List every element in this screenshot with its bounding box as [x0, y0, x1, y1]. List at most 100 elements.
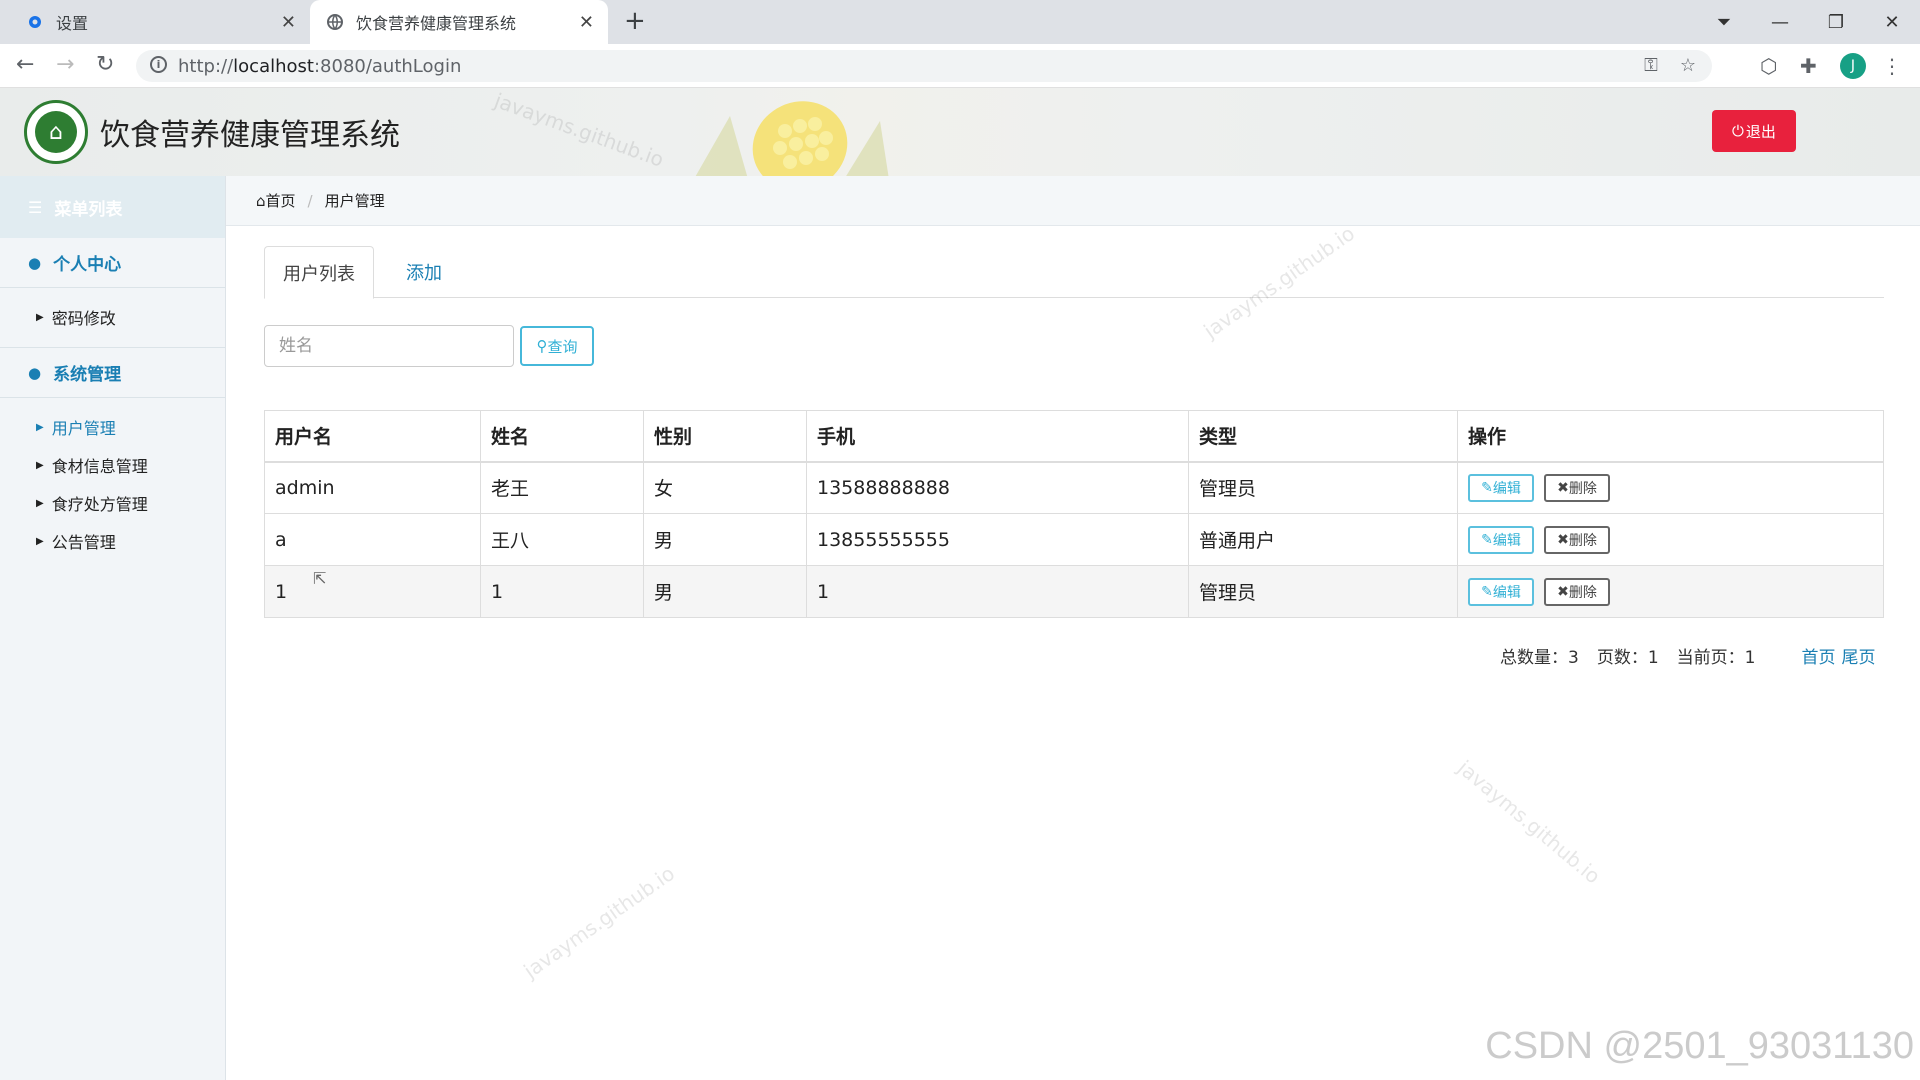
column-header-type: 类型: [1188, 410, 1458, 463]
globe-icon: [326, 13, 344, 31]
sidebar-item-password[interactable]: ▶ 密码修改: [0, 298, 225, 336]
caret-right-icon: ▶: [36, 421, 44, 433]
app-header: ⌂ 饮食营养健康管理系统 ⏻ 退出: [0, 88, 1920, 176]
restore-icon[interactable]: ❐: [1808, 12, 1864, 33]
pencil-icon: ✎: [1481, 479, 1493, 496]
app-title: 饮食营养健康管理系统: [100, 118, 400, 153]
edit-button[interactable]: ✎ 编辑: [1468, 525, 1534, 554]
breadcrumb-home[interactable]: 首页: [266, 190, 296, 211]
breadcrumb-divider: /: [307, 191, 313, 210]
caret-right-icon: ▶: [36, 535, 44, 547]
sidebar-menu-header: ☰ 菜单列表: [0, 176, 225, 238]
key-icon[interactable]: ⚿: [1644, 55, 1658, 76]
extension-icon[interactable]: ⬡: [1760, 54, 1777, 78]
user-icon: ●: [28, 253, 42, 272]
sidebar-group-personal[interactable]: ● 个人中心: [0, 238, 225, 288]
cell-phone: 13855555555: [806, 513, 1189, 566]
breadcrumb-current: 用户管理: [324, 192, 385, 210]
tab-user-list[interactable]: 用户列表: [264, 246, 374, 299]
home-icon[interactable]: ⌂: [256, 192, 266, 210]
column-header-actions: 操作: [1457, 410, 1884, 463]
more-icon[interactable]: ⋮: [1882, 54, 1902, 78]
mouse-cursor-icon: ⇱: [313, 569, 327, 588]
edit-button[interactable]: ✎ 编辑: [1468, 473, 1534, 502]
sidebar-group-system[interactable]: ● 系统管理: [0, 348, 225, 398]
column-header-phone: 手机: [806, 410, 1189, 463]
caret-right-icon: ▶: [36, 311, 44, 323]
corn-banner-image: [695, 101, 889, 176]
column-header-name: 姓名: [480, 410, 644, 463]
table-row: 1 1 男 1 管理员 ✎ 编辑 ✖ 删除: [264, 565, 1884, 618]
star-icon[interactable]: ☆: [1680, 55, 1696, 76]
pager-last-link[interactable]: 尾页: [1841, 643, 1875, 668]
gear-icon: [26, 13, 44, 31]
address-bar[interactable]: i http://localhost:8080/authLogin ⚿ ☆: [136, 50, 1712, 82]
reload-icon[interactable]: ↻: [96, 52, 114, 77]
cell-gender: 男: [643, 513, 807, 566]
back-icon[interactable]: ←: [16, 52, 34, 77]
logout-button[interactable]: ⏻ 退出: [1712, 110, 1796, 152]
window-controls: ⏷ — ❐ ✕: [1696, 0, 1920, 44]
cell-name-link[interactable]: 老王: [480, 461, 644, 514]
browser-toolbar: ← → ↻ i http://localhost:8080/authLogin …: [0, 44, 1920, 88]
content-tabs: 用户列表 添加: [264, 246, 1884, 299]
cell-name-link[interactable]: 1: [480, 565, 644, 618]
cell-gender: 女: [643, 461, 807, 514]
pencil-icon: ✎: [1481, 531, 1493, 548]
x-icon: ✖: [1557, 583, 1569, 600]
logo: ⌂: [24, 100, 88, 164]
browser-tab-bar: 设置 ✕ 饮食营养健康管理系统 ✕ + ⏷ — ❐ ✕: [0, 0, 1920, 44]
delete-button[interactable]: ✖ 删除: [1544, 473, 1611, 502]
caret-right-icon: ▶: [36, 497, 44, 509]
close-icon[interactable]: ✕: [281, 12, 296, 33]
browser-tab-title: 饮食营养健康管理系统: [356, 14, 517, 33]
browser-tab-settings[interactable]: 设置 ✕: [0, 0, 310, 44]
cell-username: a: [264, 513, 481, 566]
column-header-username: 用户名: [264, 410, 481, 463]
browser-tab-title: 设置: [56, 14, 89, 33]
name-search-input[interactable]: [264, 325, 514, 367]
cell-name-link[interactable]: 王八: [480, 513, 644, 566]
watermark: javayms.github.io: [1453, 755, 1606, 889]
delete-button[interactable]: ✖ 删除: [1544, 577, 1611, 606]
cell-phone: 13588888888: [806, 461, 1189, 514]
sidebar-item-prescriptions[interactable]: ▶ 食疗处方管理: [0, 484, 225, 522]
puzzle-icon[interactable]: ✚: [1800, 54, 1817, 78]
pager-total: 总数量：3: [1500, 648, 1579, 668]
cell-username: admin: [264, 461, 481, 514]
new-tab-icon[interactable]: +: [624, 6, 646, 36]
pagination: 总数量：3 页数：1 当前页：1 首页 尾页: [1500, 643, 1875, 668]
close-icon[interactable]: ✕: [579, 12, 594, 33]
avatar[interactable]: J: [1840, 53, 1866, 79]
sidebar: ☰ 菜单列表 ● 个人中心 ▶ 密码修改 ● 系统管理 ▶ 用户管理 ▶ 食材信…: [0, 176, 226, 1080]
user-icon: ●: [28, 363, 42, 382]
delete-button[interactable]: ✖ 删除: [1544, 525, 1611, 554]
search-icon: ⚲: [536, 337, 548, 355]
pager-first-link[interactable]: 首页: [1801, 643, 1835, 668]
forward-icon[interactable]: →: [56, 52, 74, 77]
info-icon[interactable]: i: [150, 56, 167, 73]
edit-button[interactable]: ✎ 编辑: [1468, 577, 1534, 606]
search-button[interactable]: ⚲ 查询: [520, 326, 594, 366]
minimize-icon[interactable]: —: [1752, 12, 1808, 33]
cell-gender: 男: [643, 565, 807, 618]
sidebar-item-ingredients[interactable]: ▶ 食材信息管理: [0, 446, 225, 484]
x-icon: ✖: [1557, 479, 1569, 496]
watermark: javayms.github.io: [519, 861, 680, 983]
table-row: a 王八 男 13855555555 普通用户 ✎ 编辑 ✖ 删除: [264, 513, 1884, 566]
cell-phone: 1: [806, 565, 1189, 618]
sidebar-item-announcements[interactable]: ▶ 公告管理: [0, 522, 225, 560]
power-icon: ⏻: [1732, 122, 1744, 140]
url-text[interactable]: http://localhost:8080/authLogin: [178, 56, 461, 77]
cell-actions: ✎ 编辑 ✖ 删除: [1457, 513, 1884, 566]
sidebar-item-users[interactable]: ▶ 用户管理: [0, 408, 225, 446]
close-window-icon[interactable]: ✕: [1864, 12, 1920, 33]
tab-add[interactable]: 添加: [384, 246, 464, 298]
pager-pages: 页数：1: [1596, 648, 1659, 668]
column-header-gender: 性别: [643, 410, 807, 463]
cell-actions: ✎ 编辑 ✖ 删除: [1457, 461, 1884, 514]
browser-tab-app[interactable]: 饮食营养健康管理系统 ✕: [310, 0, 608, 44]
profile-dropdown-icon[interactable]: ⏷: [1696, 12, 1752, 33]
cell-type: 普通用户: [1188, 513, 1458, 566]
cell-type: 管理员: [1188, 565, 1458, 618]
